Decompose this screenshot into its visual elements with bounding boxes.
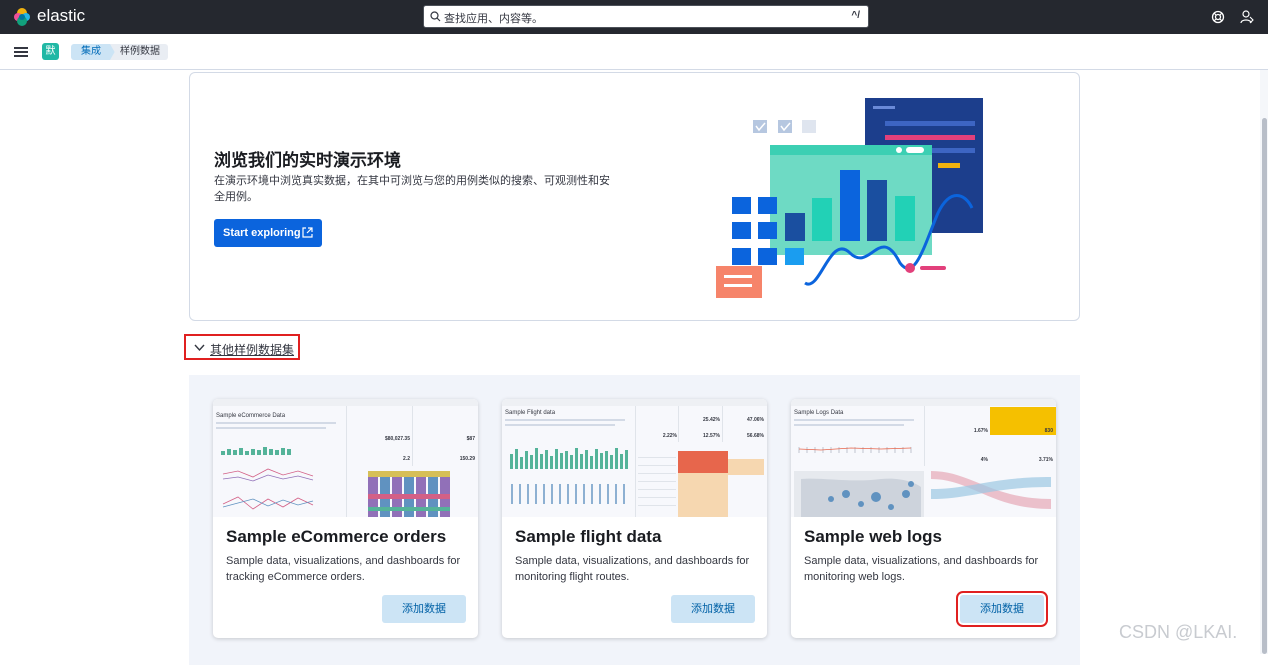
search-placeholder: 查找应用、内容等。 [444,13,543,25]
sample-ecommerce-card: Sample eCommerce Data $80,027.35 $87 2.2… [213,399,478,638]
add-ecommerce-data-button[interactable]: 添加数据 [382,595,466,623]
space-avatar[interactable]: 默 [42,43,59,60]
card-title: Sample eCommerce orders [226,527,447,546]
help-icon[interactable] [1211,10,1225,24]
external-link-icon [302,227,313,238]
user-menu-icon[interactable] [1240,10,1254,24]
add-web-logs-data-button[interactable]: 添加数据 [956,591,1048,627]
ecommerce-dashboard-preview: Sample eCommerce Data $80,027.35 $87 2.2… [213,399,478,517]
page-scrollbar[interactable] [1260,70,1268,654]
card-title: Sample web logs [804,527,942,546]
global-search-input[interactable]: 查找应用、内容等。 ^/ [423,5,869,28]
hero-description: 在演示环境中浏览真实数据，在其中可浏览与您的用例类似的搜索、可观测性和安全用例。 [214,175,610,203]
card-title: Sample flight data [515,527,662,546]
sample-web-logs-card: Sample Logs Data 1.67% 830 4% 3.71% Samp… [791,399,1056,638]
card-description: Sample data, visualizations, and dashboa… [226,555,461,583]
chevron-down-icon [194,344,205,352]
search-shortcut: ^/ [851,10,860,21]
web-logs-dashboard-preview: Sample Logs Data 1.67% 830 4% 3.71% [791,399,1056,517]
breadcrumb-bar: 默 集成 样例数据 [0,34,1268,70]
breadcrumb-integrations[interactable]: 集成 [71,44,115,60]
flight-dashboard-preview: Sample Flight data 25.42% 47.06% 2.22% 1… [502,399,767,517]
start-exploring-button[interactable]: Start exploring [214,219,322,247]
watermark: CSDN @LKAI. [1119,622,1238,642]
top-header: elastic 查找应用、内容等。 ^/ [0,0,1268,34]
demo-environment-panel: 浏览我们的实时演示环境 在演示环境中浏览真实数据，在其中可浏览与您的用例类似的搜… [189,72,1080,321]
breadcrumb-sample-data: 样例数据 [110,44,168,60]
add-flight-data-button[interactable]: 添加数据 [671,595,755,623]
other-datasets-label: 其他样例数据集 [210,343,295,357]
sample-flight-card: Sample Flight data 25.42% 47.06% 2.22% 1… [502,399,767,638]
card-description: Sample data, visualizations, and dashboa… [804,555,1039,583]
brand-name[interactable]: elastic [37,6,85,26]
menu-toggle-icon[interactable] [14,47,28,57]
start-exploring-label: Start exploring [223,227,301,239]
elastic-logo-icon[interactable] [12,7,32,27]
hero-title: 浏览我们的实时演示环境 [214,151,401,170]
card-description: Sample data, visualizations, and dashboa… [515,555,750,583]
sample-data-panel: Sample eCommerce Data $80,027.35 $87 2.2… [189,375,1080,665]
other-datasets-toggle[interactable]: 其他样例数据集 [184,334,300,360]
search-icon [430,11,441,22]
demo-illustration [716,98,983,298]
